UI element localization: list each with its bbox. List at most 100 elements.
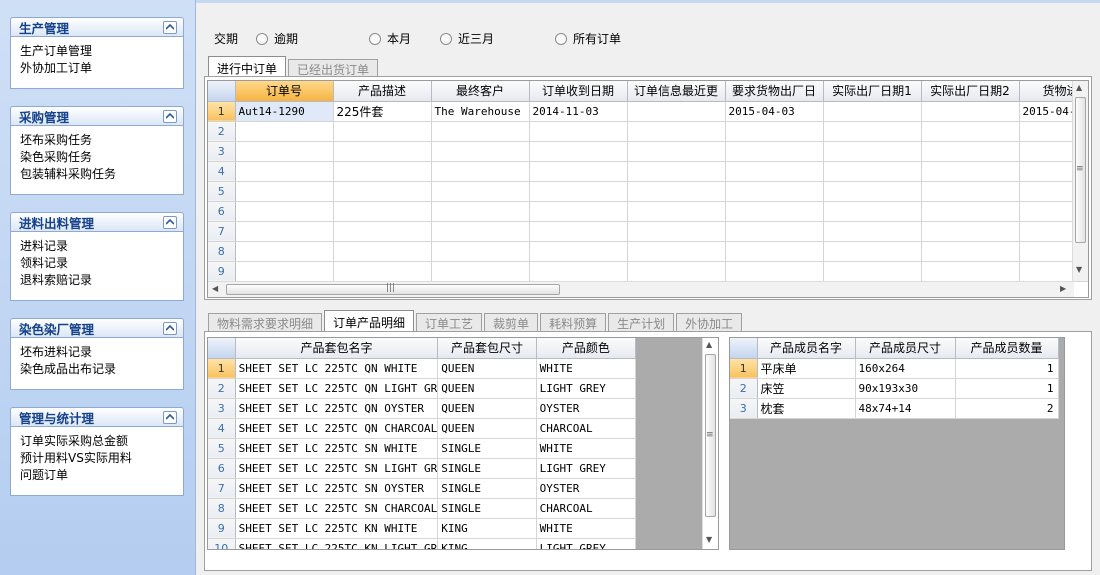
table-cell[interactable] (235, 181, 334, 202)
table-cell[interactable]: 1 (955, 358, 1059, 379)
tab-material-requirements[interactable]: 物料需求要求明细 (208, 313, 323, 333)
row-header[interactable]: 8 (208, 241, 236, 262)
table-cell[interactable]: SHEET SET LC 225TC SN OYSTER (235, 478, 439, 499)
column-header[interactable]: 产品成员数量 (955, 338, 1059, 359)
table-cell[interactable]: SHEET SET LC 225TC QN OYSTER (235, 398, 439, 419)
table-cell[interactable] (431, 121, 530, 142)
table-cell[interactable]: SHEET SET LC 225TC QN WHITE (235, 358, 439, 379)
collapse-icon[interactable] (163, 410, 177, 424)
table-cell[interactable]: 2 (955, 398, 1059, 419)
table-cell[interactable]: CHARCOAL (536, 418, 637, 439)
table-cell[interactable]: SINGLE (437, 458, 537, 479)
table-row[interactable]: 1 平床单 160x264 1 (730, 358, 1059, 379)
table-cell[interactable] (921, 181, 1020, 202)
table-cell[interactable]: 2015-04-03 (725, 101, 824, 122)
table-cell[interactable] (921, 141, 1020, 162)
nav-link-estimated-vs-actual[interactable]: 预计用料VS实际用料 (20, 450, 174, 467)
table-cell[interactable]: SHEET SET LC 225TC SN WHITE (235, 438, 439, 459)
table-cell[interactable] (725, 181, 824, 202)
table-row[interactable]: 4 SHEET SET LC 225TC QN CHARCOAL QUEEN CHAR… (208, 418, 637, 439)
table-cell[interactable]: KING (437, 538, 537, 549)
column-header[interactable]: 实际出厂日期1 (823, 81, 922, 102)
table-cell[interactable]: The Warehouse (431, 101, 530, 122)
table-cell[interactable]: QUEEN (437, 358, 537, 379)
table-cell[interactable]: OYSTER (536, 478, 637, 499)
table-cell[interactable]: 平床单 (757, 358, 856, 379)
orders-horizontal-scrollbar[interactable]: ◀ ||| ▶ (208, 281, 1074, 297)
table-cell[interactable] (921, 101, 1020, 122)
table-cell[interactable] (823, 141, 922, 162)
select-all-corner[interactable] (208, 81, 236, 102)
column-header[interactable]: 订单号 (235, 81, 334, 102)
table-row[interactable]: 6 (208, 201, 1088, 222)
row-header[interactable]: 5 (208, 438, 236, 459)
table-cell[interactable] (333, 121, 432, 142)
row-header[interactable]: 6 (208, 458, 236, 479)
table-cell[interactable] (431, 141, 530, 162)
table-cell[interactable] (431, 261, 530, 282)
row-header[interactable]: 9 (208, 261, 236, 282)
tab-production-plan[interactable]: 生产计划 (608, 313, 675, 333)
table-cell[interactable]: 160x264 (855, 358, 956, 379)
nav-group-header[interactable]: 染色染厂管理 (10, 318, 184, 338)
radio-overdue[interactable]: 逾期 (256, 30, 298, 47)
table-cell[interactable] (333, 161, 432, 182)
table-cell[interactable]: SHEET SET LC 225TC KN WHITE (235, 518, 439, 539)
table-cell[interactable]: SINGLE (437, 478, 537, 499)
radio-last-three-months[interactable]: 近三月 (440, 30, 494, 47)
table-cell[interactable] (725, 141, 824, 162)
collapse-icon[interactable] (163, 321, 177, 335)
table-row[interactable]: 7 (208, 221, 1088, 242)
tab-cutting-sheet[interactable]: 裁剪单 (484, 313, 539, 333)
row-header[interactable]: 4 (208, 418, 236, 439)
table-cell[interactable] (627, 181, 726, 202)
table-cell[interactable]: KING (437, 518, 537, 539)
table-cell[interactable]: 枕套 (757, 398, 856, 419)
scroll-down-icon[interactable]: ▼ (1076, 265, 1082, 274)
table-cell[interactable]: LIGHT GREY (536, 538, 637, 549)
table-cell[interactable] (627, 121, 726, 142)
table-cell[interactable] (529, 161, 628, 182)
nav-link-packaging-purchase[interactable]: 包装辅料采购任务 (20, 166, 174, 183)
collapse-icon[interactable] (163, 215, 177, 229)
products-vertical-scrollbar[interactable]: ▲ ≡ ▼ (702, 338, 718, 549)
nav-link-greige-purchase[interactable]: 坯布采购任务 (20, 132, 174, 149)
column-header[interactable]: 实际出厂日期2 (921, 81, 1020, 102)
table-cell[interactable] (529, 201, 628, 222)
select-all-corner[interactable] (730, 338, 758, 359)
nav-link-dyeing-purchase[interactable]: 染色采购任务 (20, 149, 174, 166)
table-cell[interactable]: SINGLE (437, 498, 537, 519)
table-cell[interactable] (823, 121, 922, 142)
row-header[interactable]: 4 (208, 161, 236, 182)
scroll-right-icon[interactable]: ▶ (1060, 284, 1066, 293)
table-row[interactable]: 5 (208, 181, 1088, 202)
nav-group-header[interactable]: 采购管理 (10, 106, 184, 126)
nav-group-header[interactable]: 进料出料管理 (10, 212, 184, 232)
table-cell[interactable] (431, 241, 530, 262)
table-cell[interactable] (431, 221, 530, 242)
tab-outsourcing[interactable]: 外协加工 (676, 313, 743, 333)
table-cell[interactable] (235, 141, 334, 162)
table-cell[interactable] (921, 121, 1020, 142)
table-cell[interactable] (529, 141, 628, 162)
table-cell[interactable]: SHEET SET LC 225TC KN LIGHT GRE (235, 538, 439, 549)
radio-dot[interactable] (369, 32, 381, 45)
table-cell[interactable] (823, 261, 922, 282)
table-cell[interactable] (823, 101, 922, 122)
table-cell[interactable]: SHEET SET LC 225TC SN LIGHT GRE (235, 458, 439, 479)
table-row[interactable]: 1 Aut14-1290 225件套 The Warehouse 2014-11… (208, 101, 1088, 122)
table-cell[interactable] (235, 201, 334, 222)
table-cell[interactable]: Aut14-1290 (235, 101, 334, 122)
tab-order-products[interactable]: 订单产品明细 (324, 310, 415, 333)
table-cell[interactable] (725, 241, 824, 262)
table-row[interactable]: 5 SHEET SET LC 225TC SN WHITE SINGLE WHITE (208, 438, 637, 459)
column-header[interactable]: 订单收到日期 (529, 81, 628, 102)
table-cell[interactable] (235, 121, 334, 142)
table-cell[interactable]: SINGLE (437, 438, 537, 459)
radio-dot[interactable] (555, 32, 567, 45)
table-cell[interactable] (431, 201, 530, 222)
nav-link-dyed-output[interactable]: 染色成品出布记录 (20, 361, 174, 378)
nav-link-return-claims[interactable]: 退料索赔记录 (20, 272, 174, 289)
table-cell[interactable]: WHITE (536, 518, 637, 539)
table-cell[interactable] (921, 201, 1020, 222)
